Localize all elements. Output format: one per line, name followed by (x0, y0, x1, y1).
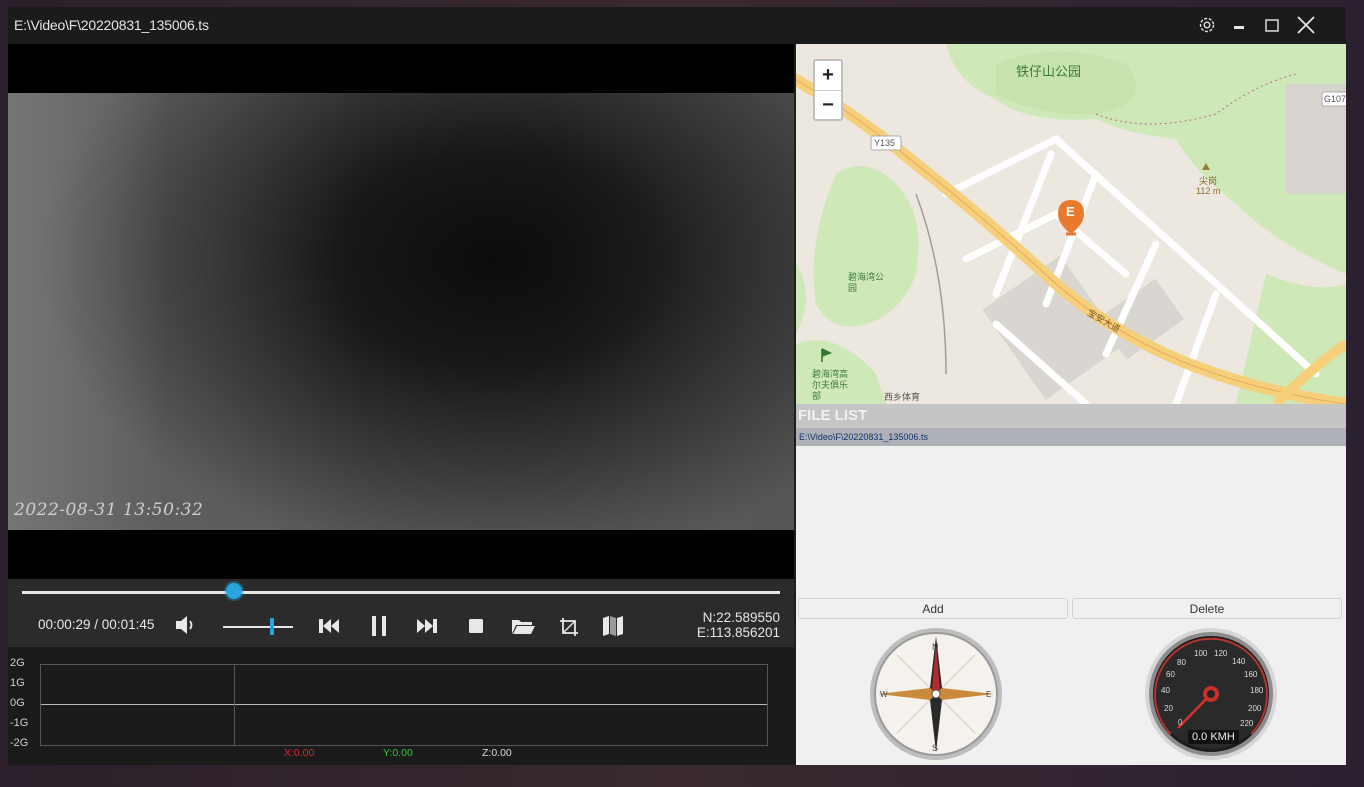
stop-icon (469, 619, 483, 633)
file-list-item[interactable]: E:\Video\F\20220831_135006.ts (796, 428, 1346, 446)
map-label-golf: 碧海湾高尔夫俱乐部 (812, 369, 849, 401)
file-list-body[interactable] (796, 446, 1346, 592)
map-view[interactable]: 铁仔山公园 Y135 G107 尖岗 112 m 碧海湾公园 碧海湾高尔夫俱乐部… (796, 44, 1346, 404)
gear-icon (1199, 17, 1215, 33)
zoom-out-button[interactable]: − (815, 91, 841, 120)
seek-handle[interactable] (226, 583, 243, 599)
pause-button[interactable] (364, 612, 394, 640)
map-peak-elevation: 112 m (1196, 186, 1221, 196)
volume-button[interactable] (173, 613, 199, 642)
map-toggle-button[interactable] (598, 612, 628, 640)
stop-button[interactable] (461, 612, 491, 640)
playback-controls: 00:00:29 / 00:01:45 N:22.589550 E:113.85… (8, 579, 794, 647)
map-tiles (796, 44, 1346, 404)
add-button[interactable]: Add (798, 598, 1068, 619)
title-bar: E:\Video\F\20220831_135006.ts (8, 7, 1346, 44)
gsensor-plot-area (40, 664, 768, 746)
delete-button[interactable]: Delete (1072, 598, 1342, 619)
maximize-button[interactable] (1256, 11, 1288, 39)
speed-tick-140: 140 (1232, 657, 1246, 666)
speed-tick-100: 100 (1194, 649, 1208, 658)
seek-bar[interactable] (22, 591, 780, 594)
skip-forward-icon (417, 619, 437, 633)
time-display: 00:00:29 / 00:01:45 (38, 617, 155, 632)
map-marker-label: E (1066, 204, 1075, 219)
video-viewport[interactable]: 2022-08-31 13:50:32 (8, 44, 794, 579)
close-button[interactable] (1290, 11, 1322, 39)
y-axis-value: Y:0.00 (383, 747, 413, 759)
zero-axis (41, 704, 767, 705)
compass-west: W (880, 690, 888, 699)
speed-tick-60: 60 (1166, 670, 1175, 679)
longitude-text: E:113.856201 (696, 625, 780, 640)
map-highway-badge: G107 (1324, 94, 1346, 104)
speed-readout: 0.0 KMH (1188, 730, 1239, 744)
speed-tick-160: 160 (1244, 670, 1258, 679)
pause-icon (372, 616, 386, 636)
y-label-1g: 1G (10, 677, 25, 689)
file-list-item-label: E:\Video\F\20220831_135006.ts (799, 432, 928, 442)
x-axis-value: X:0.00 (284, 747, 315, 759)
map-icon (603, 616, 623, 636)
instrument-panel: N E S W 0 20 40 60 80 100 120 140 160 18… (796, 622, 1346, 765)
previous-button[interactable] (314, 612, 344, 640)
next-button[interactable] (412, 612, 442, 640)
open-folder-button[interactable] (508, 612, 538, 640)
minimize-button[interactable] (1223, 11, 1255, 39)
latitude-text: N:22.589550 (702, 610, 780, 625)
speed-tick-0: 0 (1178, 718, 1183, 727)
gps-coordinates: N:22.589550 E:113.856201 (697, 610, 780, 640)
folder-icon (512, 620, 535, 634)
file-list-header: FILE LIST (796, 404, 1346, 428)
map-label-park: 铁仔山公园 (1016, 64, 1082, 79)
speed-tick-20: 20 (1164, 704, 1173, 713)
y-label-0g: 0G (10, 697, 25, 709)
minimize-icon (1234, 26, 1244, 29)
compass-east: E (986, 690, 992, 699)
speed-tick-40: 40 (1161, 686, 1170, 695)
y-label-neg1g: -1G (10, 717, 29, 729)
file-list-title: FILE LIST (798, 407, 868, 424)
y-label-neg2g: -2G (10, 737, 29, 749)
map-road2: 西乡体育 (884, 392, 921, 402)
compass-south: S (932, 743, 939, 753)
volume-handle[interactable] (270, 618, 274, 635)
speed-tick-180: 180 (1250, 686, 1264, 695)
speed-tick-200: 200 (1248, 704, 1262, 713)
skip-back-icon (319, 619, 339, 633)
osd-timestamp: 2022-08-31 13:50:32 (14, 500, 204, 520)
map-zoom-control: + − (813, 59, 843, 121)
compass-north: N (932, 642, 939, 652)
player-window: E:\Video\F\20220831_135006.ts 2022-08-31… (8, 7, 1346, 765)
speed-tick-120: 120 (1214, 649, 1228, 658)
settings-button[interactable] (1191, 11, 1223, 39)
z-axis-value: Z:0.00 (482, 747, 512, 759)
speed-tick-80: 80 (1177, 658, 1186, 667)
zoom-in-button[interactable]: + (815, 61, 841, 91)
close-icon (1297, 16, 1315, 34)
crop-icon (560, 618, 578, 636)
video-frame: 2022-08-31 13:50:32 (8, 93, 794, 530)
map-road-badge: Y135 (874, 138, 896, 148)
speaker-icon (176, 616, 193, 634)
map-label-park2: 碧海湾公园 (848, 272, 885, 293)
volume-slider[interactable] (223, 626, 293, 628)
window-title: E:\Video\F\20220831_135006.ts (14, 17, 209, 33)
speed-tick-220: 220 (1240, 719, 1254, 728)
file-buttons-row: Add Delete (796, 592, 1346, 622)
maximize-icon (1265, 19, 1279, 32)
y-label-2g: 2G (10, 657, 25, 669)
gsensor-graph: 2G 1G 0G -1G -2G X:0.00 Y:0.00 Z:0.00 (8, 647, 794, 765)
crop-button[interactable] (555, 612, 585, 640)
time-cursor (234, 665, 235, 745)
